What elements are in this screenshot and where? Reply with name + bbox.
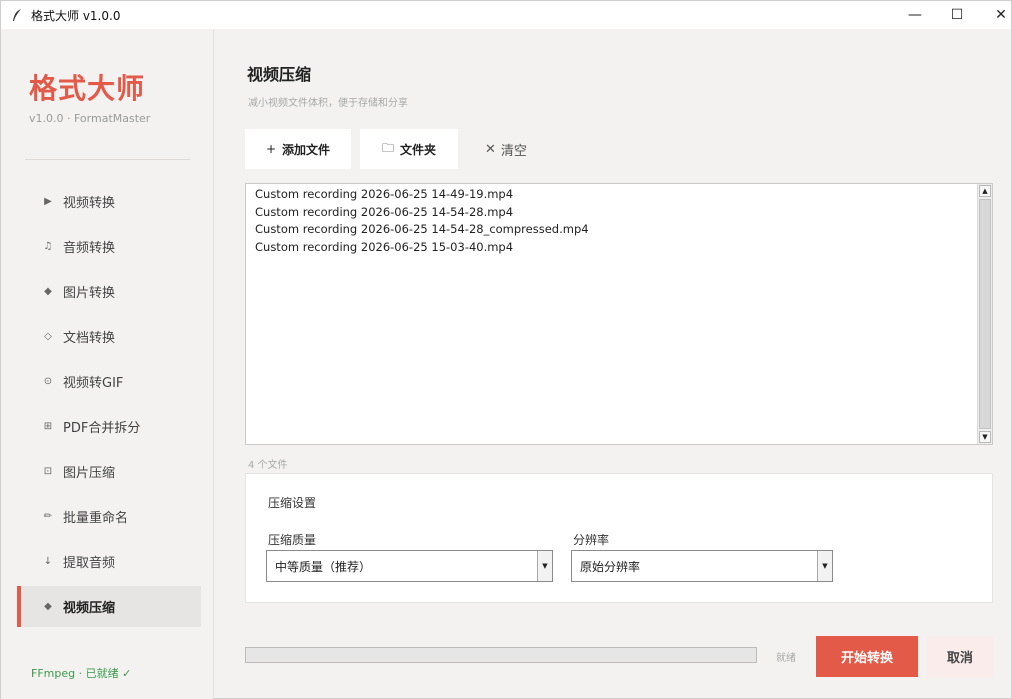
sidebar-item[interactable]: ◇ 文档转换 xyxy=(17,314,201,359)
sidebar-item[interactable]: ◆ 图片转换 xyxy=(17,269,201,314)
sidebar-item-label: PDF合并拆分 xyxy=(63,421,141,436)
maximize-button[interactable]: ☐ xyxy=(937,1,977,29)
sidebar-nav: ▶ 视频转换 ♫ 音频转换 ◆ 图片转换 ◇ 文档转换 ⊙ 视频转GIF ⊞ PDF合并拆分 ⊡ 图片压缩… xyxy=(17,179,201,627)
progress-bar xyxy=(245,647,757,663)
minimize-button[interactable]: — xyxy=(895,1,935,29)
file-list-item[interactable]: Custom recording 2026-06-25 15-03-40.mp4 xyxy=(255,239,589,257)
sidebar-divider xyxy=(25,159,190,160)
title-bar: 格式大师 v1.0.0 — ☐ ✕ xyxy=(1,1,1011,29)
scroll-down-icon[interactable]: ▼ xyxy=(979,431,991,443)
scroll-thumb[interactable] xyxy=(979,199,991,429)
sidebar-item-label: 视频转GIF xyxy=(63,376,124,391)
sidebar-item[interactable]: ⊡ 图片压缩 xyxy=(17,449,201,494)
clear-button[interactable]: ✕ 清空 xyxy=(485,129,527,169)
music-note-icon: ♫ xyxy=(43,241,53,252)
sidebar-item[interactable]: ✏ 批量重命名 xyxy=(17,494,201,539)
ffmpeg-status: FFmpeg · 已就绪 ✓ xyxy=(31,667,132,680)
sidebar-item-label: 文档转换 xyxy=(63,331,116,346)
sidebar-item[interactable]: ⊞ PDF合并拆分 xyxy=(17,404,201,449)
circle-dot-icon: ⊙ xyxy=(43,376,53,387)
resolution-label: 分辨率 xyxy=(573,533,610,547)
pencil-icon: ✏ xyxy=(43,511,53,522)
add-file-label: 添加文件 xyxy=(282,142,331,157)
folder-icon: 🗀 xyxy=(381,140,394,155)
file-list[interactable]: Custom recording 2026-06-25 14-49-19.mp4… xyxy=(245,183,993,445)
sidebar-item-label: 图片压缩 xyxy=(63,466,116,481)
clear-label: 清空 xyxy=(500,143,527,159)
down-arrow-icon: ↓ xyxy=(43,556,53,567)
sidebar-item-label: 音频转换 xyxy=(63,241,116,256)
file-list-item[interactable]: Custom recording 2026-06-25 14-54-28_com… xyxy=(255,221,589,239)
grid-icon: ⊞ xyxy=(43,421,53,432)
sidebar-item-label: 视频转换 xyxy=(63,196,116,211)
sidebar-item-label: 提取音频 xyxy=(63,556,116,571)
plus-icon: + xyxy=(265,142,277,156)
sidebar-item-label: 图片转换 xyxy=(63,286,116,301)
close-button[interactable]: ✕ xyxy=(981,1,1012,29)
quality-select[interactable]: 中等质量（推荐） ▼ xyxy=(266,550,553,582)
start-convert-button[interactable]: 开始转换 xyxy=(816,636,918,677)
settings-title: 压缩设置 xyxy=(268,496,317,510)
cancel-button[interactable]: 取消 xyxy=(927,636,993,677)
page-subtitle: 减小视频文件体积，便于存储和分享 xyxy=(248,98,408,109)
chevron-down-icon[interactable]: ▼ xyxy=(537,551,552,581)
folder-button[interactable]: 🗀 文件夹 xyxy=(360,129,458,169)
square-icon: ⊡ xyxy=(43,466,53,477)
sidebar-item[interactable]: ⊙ 视频转GIF xyxy=(17,359,201,404)
close-icon: ✕ xyxy=(995,7,1007,23)
window-title: 格式大师 v1.0.0 xyxy=(31,8,121,23)
scroll-up-icon[interactable]: ▲ xyxy=(979,185,991,197)
diamond-outline-icon: ◇ xyxy=(44,331,52,342)
minimize-icon: — xyxy=(908,7,922,23)
compression-settings-panel: 压缩设置 压缩质量 中等质量（推荐） ▼ 分辨率 原始分辨率 ▼ xyxy=(245,473,993,603)
clear-icon: ✕ xyxy=(485,141,496,157)
sidebar: 格式大师 v1.0.0 · FormatMaster ▶ 视频转换 ♫ 音频转换 ◆ 图片… xyxy=(1,29,214,699)
sidebar-item[interactable]: ↓ 提取音频 xyxy=(17,539,201,584)
maximize-icon: ☐ xyxy=(950,7,964,23)
sidebar-item[interactable]: ◆ 视频压缩 xyxy=(17,586,201,627)
sidebar-item[interactable]: ▶ 视频转换 xyxy=(17,179,201,224)
app-version: v1.0.0 · FormatMaster xyxy=(29,112,151,125)
resolution-value: 原始分辨率 xyxy=(580,559,641,574)
diamond-icon: ◆ xyxy=(44,286,52,297)
chevron-down-icon[interactable]: ▼ xyxy=(817,551,832,581)
quality-label: 压缩质量 xyxy=(268,533,317,547)
file-list-rows: Custom recording 2026-06-25 14-49-19.mp4… xyxy=(255,186,589,256)
folder-label: 文件夹 xyxy=(400,142,437,157)
play-icon: ▶ xyxy=(44,196,52,207)
file-list-item[interactable]: Custom recording 2026-06-25 14-54-28.mp4 xyxy=(255,204,589,222)
diamond-icon: ◆ xyxy=(44,601,52,612)
page-title: 视频压缩 xyxy=(247,65,312,84)
sidebar-item-label: 批量重命名 xyxy=(63,511,129,526)
feather-icon xyxy=(13,9,21,21)
file-list-item[interactable]: Custom recording 2026-06-25 14-49-19.mp4 xyxy=(255,186,589,204)
quality-value: 中等质量（推荐） xyxy=(275,559,372,574)
status-text: 就绪 xyxy=(776,653,796,664)
sidebar-item-label: 视频压缩 xyxy=(63,601,116,616)
sidebar-item[interactable]: ♫ 音频转换 xyxy=(17,224,201,269)
app-window: 格式大师 v1.0.0 — ☐ ✕ 格式大师 v1.0.0 · FormatMa… xyxy=(0,0,1012,699)
resolution-select[interactable]: 原始分辨率 ▼ xyxy=(571,550,833,582)
add-file-button[interactable]: + 添加文件 xyxy=(245,129,351,169)
app-logo: 格式大师 xyxy=(29,72,146,105)
file-count: 4 个文件 xyxy=(248,460,288,471)
file-list-scrollbar[interactable]: ▲ ▼ xyxy=(977,184,992,444)
